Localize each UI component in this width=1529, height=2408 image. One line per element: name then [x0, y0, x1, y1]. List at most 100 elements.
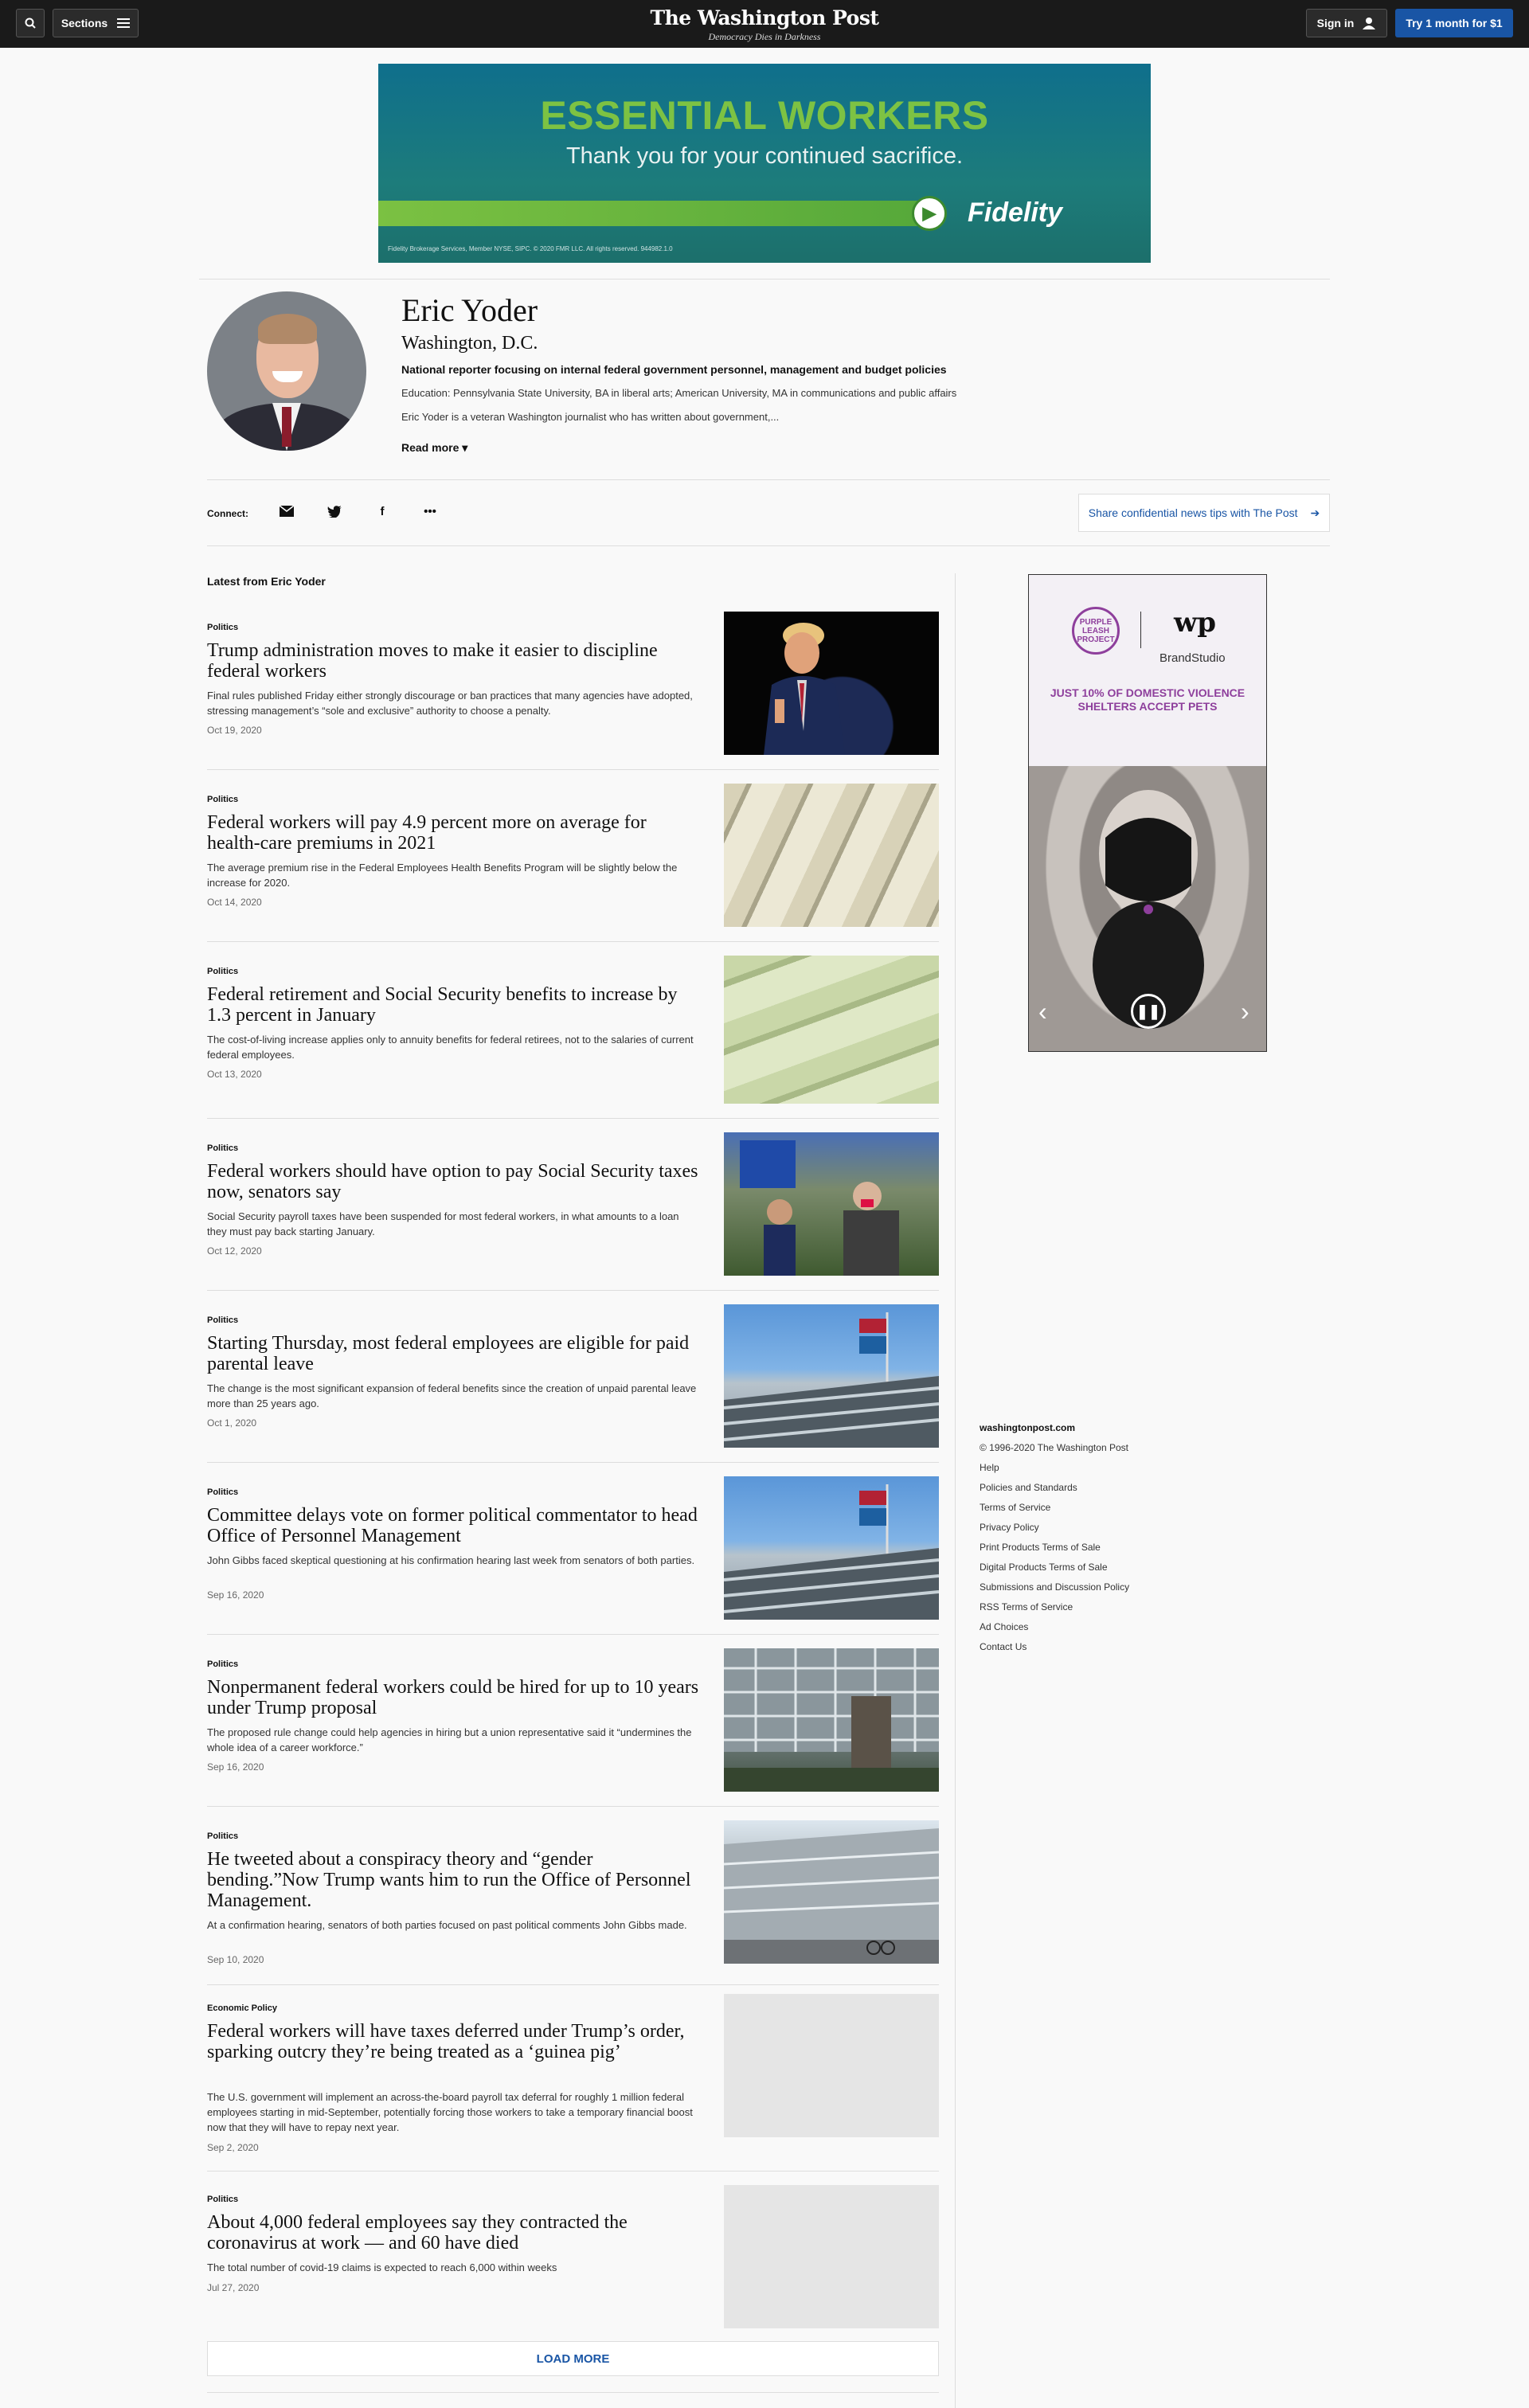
- author-education: Education: Pennsylvania State University…: [401, 387, 957, 399]
- footer-link-digital-terms[interactable]: Digital Products Terms of Sale: [980, 1562, 1108, 1573]
- article-thumbnail[interactable]: [724, 956, 939, 1104]
- twitter-icon[interactable]: [325, 502, 344, 521]
- article-headline[interactable]: He tweeted about a conspiracy theory and…: [207, 1849, 701, 1911]
- article-date: Sep 16, 2020: [207, 1761, 264, 1773]
- article-headline[interactable]: Nonpermanent federal workers could be hi…: [207, 1677, 701, 1718]
- article-date: Sep 10, 2020: [207, 1954, 264, 1965]
- author-focus: National reporter focusing on internal f…: [401, 363, 947, 376]
- author-name: Eric Yoder: [401, 292, 538, 328]
- article-kicker[interactable]: Economic Policy: [207, 2003, 277, 2013]
- top-nav: Sections The Washington Post Democracy D…: [0, 0, 1529, 48]
- site-tagline: Democracy Dies in Darkness: [708, 31, 821, 42]
- article-blurb: The change is the most significant expan…: [207, 1382, 697, 1409]
- article-thumbnail[interactable]: [724, 1304, 939, 1448]
- article-headline[interactable]: Trump administration moves to make it ea…: [207, 640, 701, 682]
- pause-icon[interactable]: ❚❚: [1131, 994, 1166, 1029]
- user-icon: [1363, 18, 1376, 29]
- facebook-icon[interactable]: f: [373, 502, 392, 521]
- article-thumbnail[interactable]: [724, 2185, 939, 2328]
- email-icon[interactable]: [277, 502, 296, 521]
- article-thumbnail[interactable]: [724, 1648, 939, 1792]
- footer-link-help[interactable]: Help: [980, 1462, 999, 1473]
- article-divider: [207, 1118, 939, 1119]
- divider: [207, 2392, 939, 2393]
- article-blurb: The average premium rise in the Federal …: [207, 862, 678, 889]
- article-blurb: The total number of covid-19 claims is e…: [207, 2261, 557, 2273]
- article-thumbnail[interactable]: [724, 784, 939, 927]
- article-thumbnail[interactable]: [724, 1476, 939, 1620]
- search-icon: [25, 18, 36, 29]
- article-kicker[interactable]: Politics: [207, 1315, 238, 1325]
- article-kicker[interactable]: Politics: [207, 1143, 238, 1153]
- article-thumbnail[interactable]: [724, 612, 939, 755]
- ad-header: [1029, 575, 1266, 766]
- article-blurb: Social Security payroll taxes have been …: [207, 1210, 679, 1237]
- sections-button[interactable]: Sections: [53, 9, 139, 37]
- sidebar-ad[interactable]: PURPLE LEASH PROJECT wp BrandStudio JUST…: [1028, 574, 1267, 1052]
- footer-copyright: © 1996-2020 The Washington Post: [980, 1442, 1128, 1453]
- sign-in-button[interactable]: Sign in: [1306, 9, 1387, 37]
- chevron-left-icon[interactable]: ‹: [1038, 997, 1047, 1026]
- news-tips-button[interactable]: Share confidential news tips with The Po…: [1078, 494, 1330, 532]
- ad-org-logo: PURPLE LEASH PROJECT: [1072, 607, 1120, 655]
- ad-logo-divider: [1140, 612, 1141, 648]
- sections-label: Sections: [61, 17, 108, 29]
- article-kicker[interactable]: Politics: [207, 2195, 238, 2204]
- news-tips-label: Share confidential news tips with The Po…: [1088, 506, 1298, 519]
- chevron-right-icon[interactable]: ›: [1241, 997, 1249, 1026]
- footer-link-terms[interactable]: Terms of Service: [980, 1502, 1050, 1513]
- article-date: Oct 19, 2020: [207, 725, 262, 736]
- article-thumbnail[interactable]: [724, 1132, 939, 1276]
- article-headline[interactable]: Starting Thursday, most federal employee…: [207, 1333, 701, 1374]
- article-headline[interactable]: Federal retirement and Social Security b…: [207, 984, 701, 1026]
- ad-arrow-icon: ▶: [912, 196, 947, 231]
- ad-subhead: Thank you for your continued sacrifice.: [565, 143, 964, 169]
- ad-headline: ESSENTIAL WORKERS: [540, 93, 989, 138]
- footer-link-print-terms[interactable]: Print Products Terms of Sale: [980, 1542, 1101, 1553]
- article-date: Oct 12, 2020: [207, 1245, 262, 1257]
- article-headline[interactable]: Federal workers will have taxes deferred…: [207, 2021, 701, 2062]
- brandstudio-label: BrandStudio: [1159, 651, 1226, 665]
- article-divider: [207, 769, 939, 770]
- search-button[interactable]: [16, 9, 45, 37]
- article-kicker[interactable]: Politics: [207, 967, 238, 976]
- article-kicker[interactable]: Politics: [207, 795, 238, 804]
- article-headline[interactable]: Federal workers should have option to pa…: [207, 1161, 701, 1202]
- article-headline[interactable]: Federal workers will pay 4.9 percent mor…: [207, 812, 701, 854]
- article-headline[interactable]: Committee delays vote on former politica…: [207, 1505, 701, 1546]
- footer-site-name[interactable]: washingtonpost.com: [980, 1422, 1075, 1433]
- article-date: Oct 13, 2020: [207, 1069, 262, 1080]
- read-more-button[interactable]: Read more ▾: [401, 441, 467, 455]
- article-divider: [207, 941, 939, 942]
- load-more-button[interactable]: LOAD MORE: [207, 2341, 939, 2376]
- article-kicker[interactable]: Politics: [207, 1831, 238, 1841]
- ad-stripe: [378, 201, 936, 226]
- footer-link-privacy[interactable]: Privacy Policy: [980, 1522, 1039, 1533]
- footer-link-policies[interactable]: Policies and Standards: [980, 1482, 1077, 1493]
- article-divider: [207, 2171, 939, 2172]
- article-thumbnail[interactable]: [724, 1820, 939, 1964]
- article-kicker[interactable]: Politics: [207, 623, 238, 632]
- article-thumbnail[interactable]: [724, 1994, 939, 2137]
- footer-link-submissions[interactable]: Submissions and Discussion Policy: [980, 1581, 1129, 1593]
- ad-brand-logo: Fidelity: [968, 197, 1063, 228]
- banner-ad[interactable]: ESSENTIAL WORKERS Thank you for your con…: [378, 64, 1151, 263]
- article-kicker[interactable]: Politics: [207, 1659, 238, 1669]
- site-logo[interactable]: The Washington Post: [605, 6, 924, 29]
- article-headline[interactable]: About 4,000 federal employees say they c…: [207, 2212, 701, 2254]
- author-bio: Eric Yoder is a veteran Washington journ…: [401, 411, 780, 423]
- footer-link-rss[interactable]: RSS Terms of Service: [980, 1601, 1073, 1612]
- hamburger-icon: [117, 18, 131, 28]
- article-kicker[interactable]: Politics: [207, 1487, 238, 1497]
- subscribe-button[interactable]: Try 1 month for $1: [1395, 9, 1513, 37]
- footer-link-ad-choices[interactable]: Ad Choices: [980, 1621, 1028, 1632]
- article-date: Sep 16, 2020: [207, 1589, 264, 1601]
- article-date: Oct 1, 2020: [207, 1417, 257, 1429]
- more-icon[interactable]: •••: [420, 502, 440, 521]
- connect-label: Connect:: [207, 508, 248, 519]
- ad-message: JUST 10% OF DOMESTIC VIOLENCE SHELTERS A…: [1050, 686, 1245, 713]
- article-blurb: At a confirmation hearing, senators of b…: [207, 1919, 687, 1931]
- footer-link-contact[interactable]: Contact Us: [980, 1641, 1027, 1652]
- divider: [199, 279, 1330, 280]
- masthead[interactable]: The Washington Post Democracy Dies in Da…: [605, 6, 924, 43]
